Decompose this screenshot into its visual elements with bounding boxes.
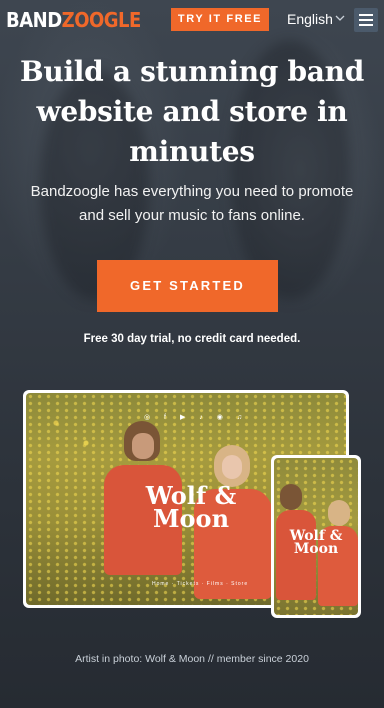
hero-headline: Build a stunning band website and store … — [0, 52, 384, 172]
preview-social-icons: ◎ f ▶ ♪ ◉ ♫ — [144, 414, 249, 421]
try-it-free-button[interactable]: TRY IT FREE — [171, 8, 269, 31]
logo-text-band: BAND — [6, 8, 62, 32]
subtitle-line-2: and sell your music to fans online. — [79, 207, 305, 224]
chevron-down-icon[interactable] — [334, 12, 346, 24]
trial-note: Free 30 day trial, no credit card needed… — [83, 333, 301, 345]
hamburger-menu-icon[interactable] — [354, 8, 378, 32]
headline-line-2: website and store in — [36, 95, 348, 128]
language-selector[interactable]: English — [287, 10, 333, 28]
mobile-preview-image: Wolf & Moon — [274, 458, 358, 615]
logo-text-zoogle: ZOOGLE — [61, 8, 142, 32]
hero-subtitle: Bandzoogle has everything you need to pr… — [10, 180, 374, 228]
preview-nav: Home · Tickets · Films · Store — [152, 581, 249, 587]
mobile-preview-mockup: Wolf & Moon — [271, 455, 361, 618]
bandzoogle-logo[interactable]: BANDZOOGLE — [6, 8, 141, 32]
preview-brand-name: Wolf & Moon — [145, 481, 237, 533]
site-header: BANDZOOGLE TRY IT FREE English — [0, 0, 384, 40]
headline-line-1: Build a stunning band — [20, 55, 364, 88]
mobile-preview-brand-name: Wolf & Moon — [289, 528, 343, 558]
headline-line-3: minutes — [129, 135, 255, 168]
subtitle-line-1: Bandzoogle has everything you need to pr… — [30, 183, 354, 200]
get-started-button[interactable]: GET STARTED — [97, 260, 278, 312]
photo-caption: Artist in photo: Wolf & Moon // member s… — [75, 653, 309, 665]
